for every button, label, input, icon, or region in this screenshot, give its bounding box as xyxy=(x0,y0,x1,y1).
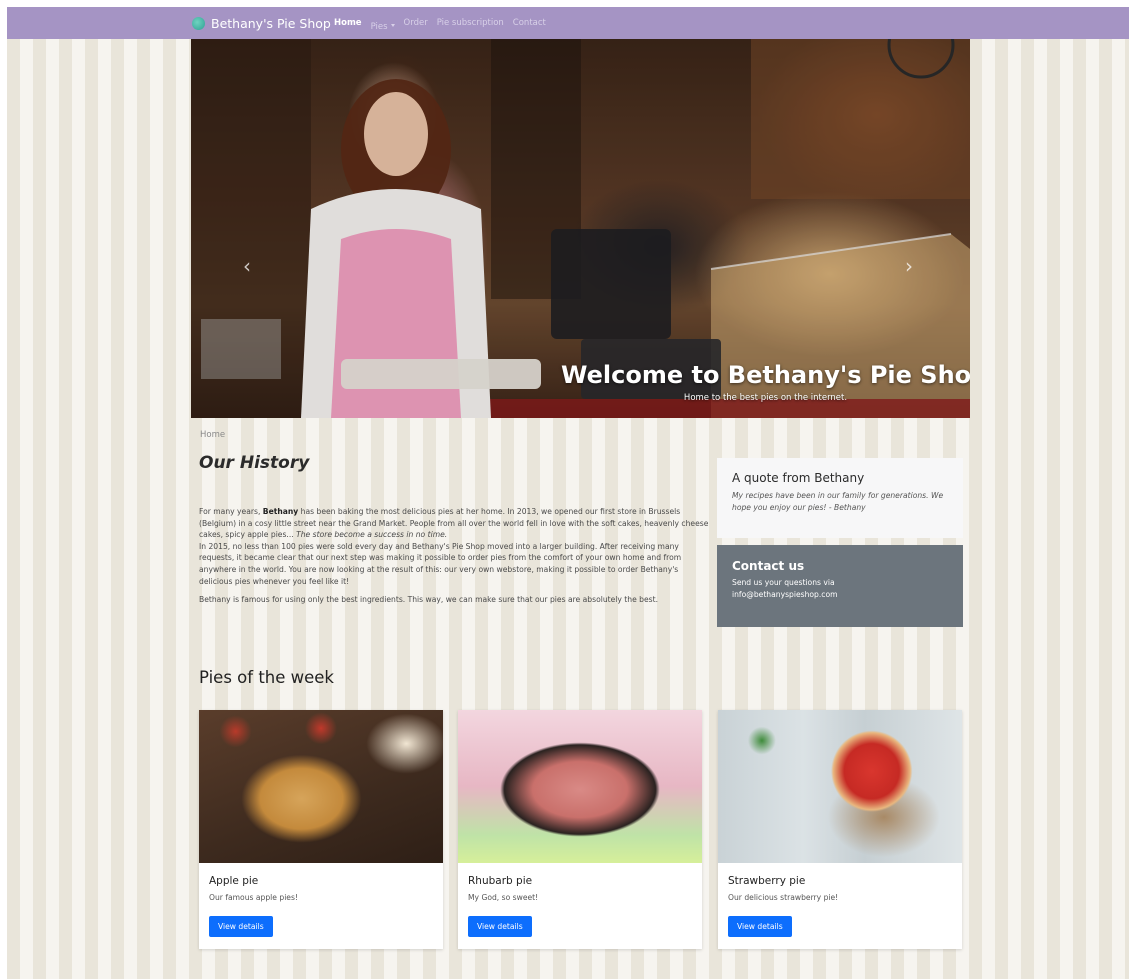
pie-description: My God, so sweet! xyxy=(468,893,539,902)
pie-description: Our delicious strawberry pie! xyxy=(728,893,839,902)
pie-card-rhubarb: Rhubarb pie My God, so sweet! View detai… xyxy=(458,710,702,949)
pie-logo-icon xyxy=(192,16,205,30)
hero-carousel: ‹ › Welcome to Bethany's Pie Shop Home t… xyxy=(191,39,970,418)
hero-subtitle: Home to the best pies on the internet. xyxy=(683,393,848,403)
pie-name: Rhubarb pie xyxy=(468,875,533,887)
breadcrumb[interactable]: Home xyxy=(200,430,225,440)
brand-link[interactable]: Bethany's Pie Shop xyxy=(192,7,331,39)
nav-item-order[interactable]: Order xyxy=(404,18,428,28)
quote-text: My recipes have been in our family for g… xyxy=(732,491,944,512)
contact-email[interactable]: info@bethanyspieshop.com xyxy=(732,589,948,601)
pies-of-week-title: Pies of the week xyxy=(199,668,334,687)
pie-name: Apple pie xyxy=(209,875,259,887)
view-details-button[interactable]: View details xyxy=(209,916,273,937)
nav-item-pie-subscription[interactable]: Pie subscription xyxy=(437,18,504,28)
pie-card-strawberry: Strawberry pie Our delicious strawberry … xyxy=(718,710,962,949)
pie-card-apple: Apple pie Our famous apple pies! View de… xyxy=(199,710,443,949)
carousel-next-icon[interactable]: › xyxy=(905,254,913,278)
history-paragraph-2: In 2015, no less than 100 pies were sold… xyxy=(199,541,682,586)
history-text: For many years, Bethany has been baking … xyxy=(199,506,709,606)
contact-title: Contact us xyxy=(732,559,805,573)
apple-pie-image xyxy=(199,710,443,863)
strawberry-pie-image xyxy=(718,710,962,863)
nav-item-home[interactable]: Home xyxy=(334,18,362,28)
history-paragraph-3: Bethany is famous for using only the bes… xyxy=(199,595,659,605)
quote-title: A quote from Bethany xyxy=(732,471,865,485)
contact-line: Send us your questions via xyxy=(732,578,835,587)
nav-item-contact[interactable]: Contact xyxy=(513,18,546,28)
history-title: Our History xyxy=(199,453,310,473)
brand-name: Bethany's Pie Shop xyxy=(211,15,331,31)
nav-item-pies-label: Pies xyxy=(370,21,388,32)
nav-links: Home Pies Order Pie subscription Contact xyxy=(334,7,546,39)
history-p1-bold: Bethany xyxy=(262,507,299,516)
quote-card: A quote from Bethany My recipes have bee… xyxy=(717,458,963,538)
chevron-down-icon xyxy=(390,23,395,27)
history-paragraph-1: For many years, Bethany has been baking … xyxy=(199,506,709,541)
rhubarb-pie-image xyxy=(458,710,702,863)
history-p1-start: For many years, xyxy=(199,507,263,516)
top-navbar: Bethany's Pie Shop Home Pies Order Pie s… xyxy=(7,7,1129,39)
nav-item-pies[interactable]: Pies xyxy=(371,14,395,33)
hero-title: Welcome to Bethany's Pie Shop xyxy=(561,361,970,389)
view-details-button[interactable]: View details xyxy=(728,916,792,937)
pie-description: Our famous apple pies! xyxy=(209,893,298,902)
view-details-button[interactable]: View details xyxy=(468,916,532,937)
pie-name: Strawberry pie xyxy=(728,875,806,887)
history-p1-italic: The store become a success in no time. xyxy=(296,530,448,540)
contact-card: Contact us Send us your questions via in… xyxy=(717,545,963,627)
carousel-prev-icon[interactable]: ‹ xyxy=(243,254,251,278)
